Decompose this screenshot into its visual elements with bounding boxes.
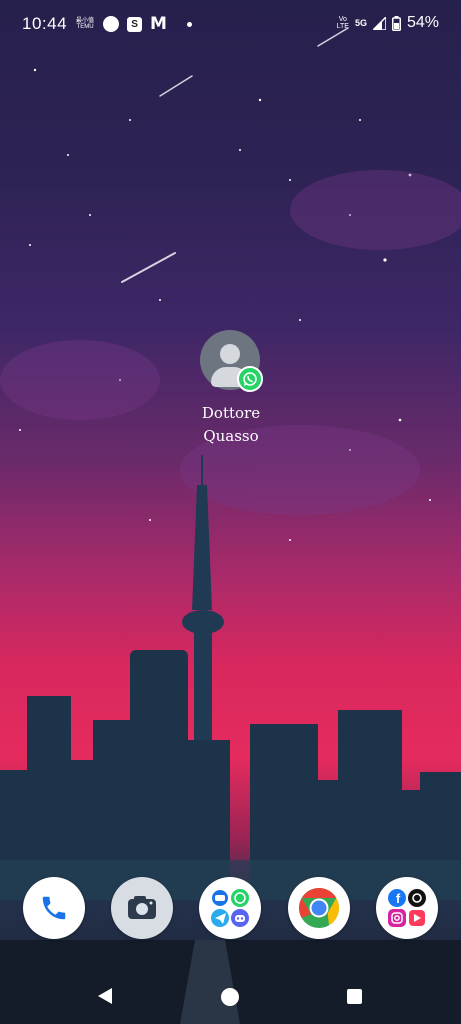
volte-bottom: LTE bbox=[336, 23, 349, 30]
social-folder[interactable]: f bbox=[376, 877, 438, 939]
more-notifications-dot-icon bbox=[186, 21, 192, 27]
notification-s-icon: S bbox=[127, 16, 143, 32]
notification-mcdonalds-icon: M bbox=[150, 14, 167, 34]
back-button[interactable] bbox=[96, 987, 114, 1005]
camera-icon bbox=[128, 896, 156, 919]
notification-temu-icon: 最小值 TEMU bbox=[75, 18, 95, 30]
home-button[interactable] bbox=[221, 988, 239, 1006]
chrome-icon bbox=[299, 888, 339, 928]
notification-circle-icon bbox=[103, 16, 120, 32]
recents-button[interactable] bbox=[347, 989, 362, 1004]
navigation-bar bbox=[0, 970, 461, 1024]
chrome-app[interactable] bbox=[288, 877, 350, 939]
contact-shortcut[interactable] bbox=[200, 330, 263, 392]
contact-shortcut-label[interactable]: Dottore Quasso bbox=[180, 402, 282, 448]
folder-icon: f bbox=[388, 889, 426, 927]
svg-text:f: f bbox=[396, 891, 401, 906]
mini-label-bottom: TEMU bbox=[76, 24, 94, 30]
contact-label-line1: Dottore bbox=[201, 404, 261, 422]
volte-top: Vo bbox=[338, 16, 347, 23]
wallpaper bbox=[0, 27, 461, 1024]
clock: 10:44 bbox=[22, 14, 68, 33]
network-type: 5G bbox=[354, 18, 367, 28]
signal-strength-icon bbox=[372, 16, 386, 30]
camera-app[interactable] bbox=[111, 877, 173, 939]
folder-icon bbox=[211, 889, 249, 927]
whatsapp-icon bbox=[237, 366, 263, 392]
messaging-folder[interactable] bbox=[199, 877, 261, 939]
phone-icon bbox=[42, 896, 66, 920]
contact-label-line2: Quasso bbox=[203, 427, 259, 445]
phone-app[interactable] bbox=[23, 877, 85, 939]
battery-icon bbox=[391, 15, 401, 31]
dock: f bbox=[0, 877, 461, 943]
battery-percent: 54% bbox=[406, 14, 439, 31]
volte-icon: Vo LTE bbox=[337, 16, 349, 30]
status-bar: 10:44 最小值 TEMU S M Vo LTE 5G 54% bbox=[0, 0, 461, 50]
